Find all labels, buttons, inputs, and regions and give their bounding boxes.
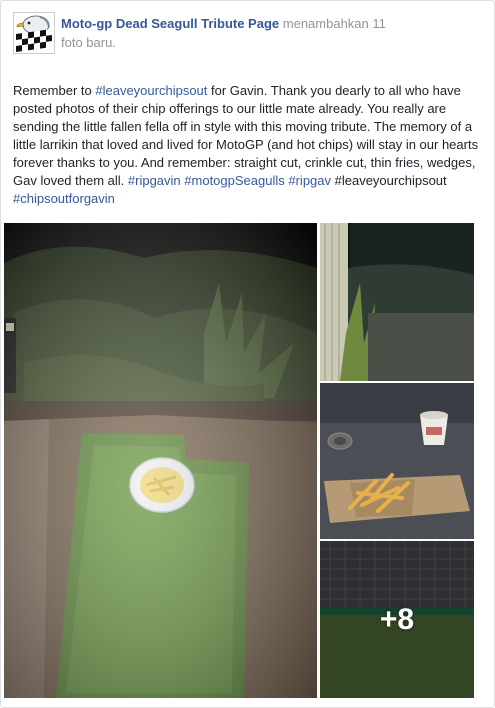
post-photo-main[interactable]: [4, 223, 317, 698]
more-photos-count: +8: [379, 602, 415, 636]
post-card: Moto-gp Dead Seagull Tribute Page menamb…: [0, 0, 495, 708]
post-photo-2[interactable]: [320, 223, 474, 381]
post-text: Remember to: [13, 83, 96, 98]
hashtag-link[interactable]: #ripgavin: [128, 173, 181, 188]
photo-image: [320, 223, 474, 381]
hashtag-link[interactable]: #ripgav: [288, 173, 331, 188]
page-avatar[interactable]: [13, 12, 55, 54]
more-photos-overlay[interactable]: +8: [320, 541, 474, 698]
post-action-text-continued: foto baru.: [61, 35, 116, 50]
post-action-text: menambahkan 11: [282, 16, 386, 31]
photo-image: [320, 383, 474, 539]
photo-image: [4, 223, 317, 698]
seagull-logo-icon: [14, 13, 54, 53]
page-name-link[interactable]: Moto-gp Dead Seagull Tribute Page: [61, 16, 279, 31]
post-header: Moto-gp Dead Seagull Tribute Page menamb…: [61, 14, 481, 52]
hashtag-link[interactable]: #chipsoutforgavin: [13, 191, 115, 206]
post-message: Remember to #leaveyourchipsout for Gavin…: [13, 82, 485, 208]
post-text: #leaveyourchipsout: [331, 173, 447, 188]
hashtag-link[interactable]: #motogpSeagulls: [184, 173, 284, 188]
post-photo-4[interactable]: +8: [320, 541, 474, 698]
post-photo-3[interactable]: [320, 383, 474, 539]
hashtag-link[interactable]: #leaveyourchipsout: [95, 83, 207, 98]
